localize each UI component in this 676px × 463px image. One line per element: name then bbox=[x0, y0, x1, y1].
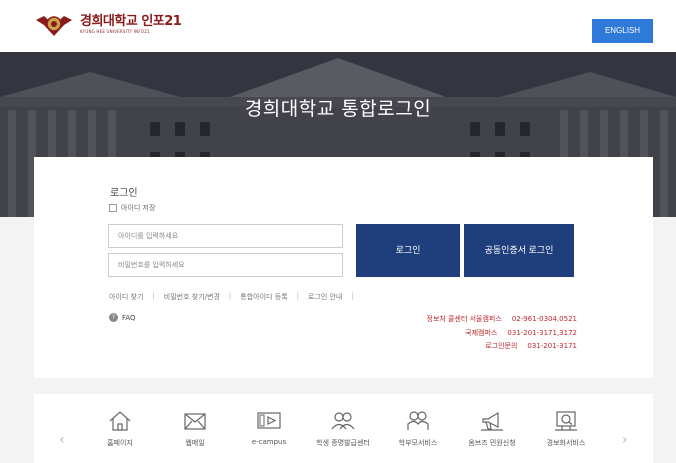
login-page: 경희대학교 인포21 KYUNG HEE UNIVERSITY INFO21 E… bbox=[0, 0, 676, 463]
contact-info: 정보처 콜센터 서울캠퍼스 02-961-0304,0521 국제캠퍼스 031… bbox=[427, 313, 577, 354]
register-id-link[interactable]: 통합아이디 등록 bbox=[240, 292, 287, 302]
login-section-label: 로그인 bbox=[110, 188, 138, 199]
quick-link-ecampus[interactable]: e-campus bbox=[234, 410, 304, 446]
logo-name: 경희대학교 인포21 bbox=[80, 14, 182, 29]
quick-link-label: 학부모서비스 bbox=[398, 439, 438, 447]
account-links: 아이디 찾기 | 비밀번호 찾기/변경 | 통합아이디 등록 | 로그인 안내 … bbox=[109, 292, 363, 302]
university-logo[interactable]: 경희대학교 인포21 KYUNG HEE UNIVERSITY INFO21 bbox=[34, 12, 182, 38]
faq-link[interactable]: ? FAQ bbox=[109, 313, 136, 322]
page-title: 경희대학교 통합로그인 bbox=[244, 98, 432, 120]
quick-link-parents[interactable]: 학부모서비스 bbox=[383, 410, 453, 448]
contact-row: 로그인문의 031-201-3171 bbox=[427, 340, 577, 354]
play-screen-icon bbox=[257, 412, 281, 429]
quick-link-webmail[interactable]: 웹메일 bbox=[160, 410, 230, 448]
contact-number: 02-961-0304,0521 bbox=[511, 315, 577, 323]
login-guide-link[interactable]: 로그인 안내 bbox=[308, 292, 342, 302]
divider: | bbox=[296, 292, 299, 300]
question-icon: ? bbox=[109, 313, 118, 322]
quick-links-bar: ‹ › 홈페이지 웹메일 e-campus 학생 증명발급센터 학부모서비스 옴… bbox=[34, 394, 653, 463]
top-bar: 경희대학교 인포21 KYUNG HEE UNIVERSITY INFO21 E… bbox=[0, 0, 676, 52]
english-button[interactable]: ENGLISH bbox=[592, 19, 653, 43]
find-id-link[interactable]: 아이디 찾기 bbox=[109, 292, 143, 302]
search-monitor-icon bbox=[555, 411, 577, 431]
contact-label: 국제캠퍼스 bbox=[465, 328, 498, 337]
contact-row: 정보처 콜센터 서울캠퍼스 02-961-0304,0521 bbox=[427, 313, 577, 327]
divider: | bbox=[351, 292, 354, 300]
contact-row: 국제캠퍼스 031-201-3171,3172 bbox=[427, 327, 577, 341]
quick-link-label: 경보화서비스 bbox=[546, 439, 586, 447]
chevron-right-icon[interactable]: › bbox=[622, 432, 628, 448]
megaphone-icon bbox=[481, 411, 503, 431]
certificate-login-button[interactable]: 공동인증서 로그인 bbox=[464, 224, 574, 277]
remember-id-checkbox[interactable]: 아이디 저장 bbox=[109, 203, 155, 213]
quick-link-info-service[interactable]: 경보화서비스 bbox=[531, 410, 601, 448]
mail-icon bbox=[184, 413, 206, 430]
quick-link-label: 옴브즈 민원신청 bbox=[468, 439, 516, 447]
faq-label: FAQ bbox=[122, 313, 136, 322]
chevron-left-icon[interactable]: ‹ bbox=[59, 432, 65, 448]
contact-label: 정보처 콜센터 서울캠퍼스 bbox=[426, 315, 502, 323]
contact-number: 031-201-3171 bbox=[527, 342, 577, 350]
checkbox-box[interactable] bbox=[109, 204, 117, 212]
quick-link-homepage[interactable]: 홈페이지 bbox=[85, 410, 155, 448]
password-input[interactable]: 비밀번호를 입력하세요 bbox=[108, 253, 343, 277]
logo-subtitle: KYUNG HEE UNIVERSITY INFO21 bbox=[80, 29, 150, 34]
emblem-icon bbox=[36, 16, 72, 36]
quick-link-ombudsman[interactable]: 옴브즈 민원신청 bbox=[457, 410, 527, 448]
divider: | bbox=[228, 292, 232, 300]
quick-link-certificate[interactable]: 학생 증명발급센터 bbox=[308, 410, 378, 448]
contact-number: 031-201-3171,3172 bbox=[507, 328, 577, 337]
quick-link-label: e-campus bbox=[251, 438, 287, 446]
quick-link-label: 학생 증명발급센터 bbox=[316, 439, 370, 447]
quick-link-label: 홈페이지 bbox=[107, 439, 133, 447]
id-input[interactable]: 아이디를 입력하세요 bbox=[108, 224, 343, 248]
find-password-link[interactable]: 비밀번호 찾기/변경 bbox=[164, 292, 220, 302]
login-card: 로그인 아이디 저장 아이디를 입력하세요 비밀번호를 입력하세요 로그인 공동… bbox=[34, 157, 653, 378]
login-button[interactable]: 로그인 bbox=[356, 224, 460, 277]
house-icon bbox=[109, 411, 131, 431]
users-icon bbox=[331, 412, 355, 430]
remember-id-label: 아이디 저장 bbox=[121, 204, 156, 212]
parents-icon bbox=[407, 411, 429, 430]
divider: | bbox=[152, 292, 155, 300]
contact-label: 로그인문의 bbox=[485, 342, 518, 350]
quick-link-label: 웹메일 bbox=[185, 439, 205, 447]
